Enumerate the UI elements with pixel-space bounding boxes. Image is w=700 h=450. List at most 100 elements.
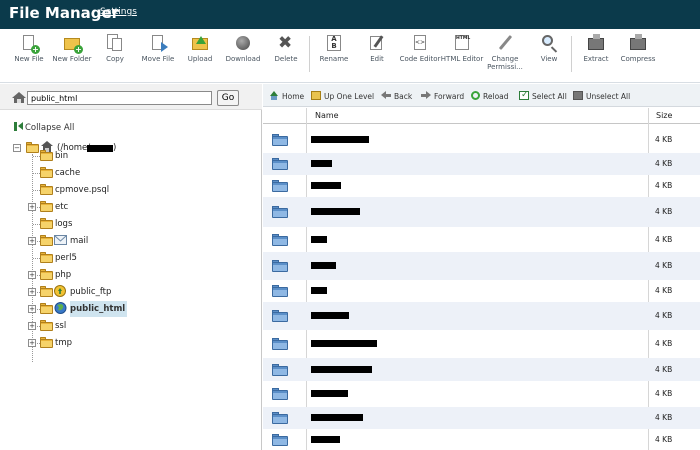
- expand-toggle[interactable]: +: [28, 288, 36, 296]
- extract-button[interactable]: Extract: [572, 34, 620, 63]
- change-permissions-label: Change Permissi...: [487, 55, 523, 71]
- folder-icon: [272, 234, 288, 246]
- table-row[interactable]: 4 KB: [263, 153, 700, 175]
- tree-item-tmp[interactable]: + tmp: [0, 335, 200, 351]
- copy-button[interactable]: Copy: [91, 34, 139, 63]
- table-row[interactable]: 4 KB: [263, 252, 700, 280]
- up-folder-icon: [311, 91, 321, 100]
- edit-button[interactable]: Edit: [353, 34, 401, 63]
- file-size: 4 KB: [655, 235, 673, 244]
- new-file-icon: +: [20, 34, 40, 54]
- table-row[interactable]: 4 KB: [263, 197, 700, 227]
- tree-item-ssl[interactable]: + ssl: [0, 318, 200, 334]
- collapse-all-label: Collapse All: [25, 123, 75, 133]
- edit-icon: [368, 34, 386, 52]
- expand-toggle[interactable]: +: [28, 203, 36, 211]
- code-editor-label: Code Editor: [399, 55, 441, 63]
- download-icon: [234, 34, 252, 52]
- checked-box-icon: [519, 90, 529, 100]
- folder-icon: [40, 167, 53, 178]
- tree-item-cpmove-psql[interactable]: cpmove.psql: [0, 182, 200, 198]
- html-editor-button[interactable]: HTML HTML Editor: [438, 34, 486, 63]
- tree-item-bin[interactable]: bin: [0, 148, 200, 164]
- expand-toggle[interactable]: +: [28, 305, 36, 313]
- tree-item-public-html[interactable]: + public_html: [0, 301, 200, 317]
- collapse-all-link[interactable]: Collapse All: [14, 122, 74, 133]
- table-header: Name Size: [263, 108, 700, 124]
- tree-item-perl5[interactable]: perl5: [0, 250, 200, 266]
- file-size: 4 KB: [655, 389, 673, 398]
- table-row[interactable]: 4 KB: [263, 381, 700, 407]
- folder-icon: [272, 388, 288, 400]
- html-editor-icon: HTML: [453, 34, 471, 52]
- table-row[interactable]: 4 KB: [263, 302, 700, 330]
- table-row[interactable]: 4 KB: [263, 280, 700, 302]
- download-button[interactable]: Download: [219, 34, 267, 63]
- view-label: View: [540, 55, 558, 63]
- tree-item-php[interactable]: + php: [0, 267, 200, 283]
- up-one-level-button[interactable]: Up One Level: [311, 91, 374, 101]
- tree-item-label: cpmove.psql: [55, 185, 110, 195]
- settings-link[interactable]: Settings: [100, 7, 137, 17]
- expand-toggle[interactable]: +: [28, 339, 36, 347]
- wrench-icon: [496, 34, 514, 52]
- table-row[interactable]: 4 KB: [263, 330, 700, 358]
- unselect-all-button[interactable]: Unselect All: [573, 91, 630, 101]
- file-size: 4 KB: [655, 435, 673, 444]
- column-name-header[interactable]: Name: [315, 111, 339, 120]
- folder-icon: [272, 180, 288, 192]
- new-folder-button[interactable]: + New Folder: [48, 34, 96, 63]
- table-row[interactable]: 4 KB: [263, 126, 700, 153]
- extract-icon: [587, 34, 605, 52]
- folder-icon: [272, 285, 288, 297]
- table-row[interactable]: 4 KB: [263, 429, 700, 450]
- redacted-filename: [311, 136, 369, 143]
- tree-item-cache[interactable]: cache: [0, 165, 200, 181]
- expand-toggle[interactable]: +: [28, 271, 36, 279]
- table-row[interactable]: 4 KB: [263, 175, 700, 197]
- ftp-icon: [54, 285, 67, 297]
- folder-tree-pane: Go Collapse All − (/home/ ) bincachecpmo…: [0, 84, 262, 450]
- select-all-button[interactable]: Select All: [519, 90, 567, 101]
- home-icon: [12, 92, 26, 103]
- magnifier-icon: [540, 34, 558, 52]
- copy-label: Copy: [106, 55, 124, 63]
- folder-icon: [40, 201, 53, 212]
- folder-icon: [40, 184, 53, 195]
- go-button[interactable]: Go: [217, 90, 239, 106]
- compress-button[interactable]: Compress: [614, 34, 662, 63]
- rename-button[interactable]: AB Rename: [310, 34, 358, 63]
- tree-item-etc[interactable]: + etc: [0, 199, 200, 215]
- new-file-button[interactable]: + New File: [5, 34, 53, 63]
- tree-item-logs[interactable]: logs: [0, 216, 200, 232]
- table-row[interactable]: 4 KB: [263, 358, 700, 381]
- folder-icon: [272, 338, 288, 350]
- home-button[interactable]: Home: [269, 91, 304, 101]
- globe-icon: [54, 302, 67, 314]
- column-size-header[interactable]: Size: [656, 111, 672, 120]
- redacted-filename: [311, 366, 372, 373]
- file-size: 4 KB: [655, 207, 673, 216]
- code-editor-button[interactable]: <> Code Editor: [396, 34, 444, 63]
- path-input[interactable]: [27, 91, 212, 105]
- table-row[interactable]: 4 KB: [263, 407, 700, 429]
- tree-item-label: public_html: [70, 301, 128, 317]
- reload-button[interactable]: Reload: [471, 91, 509, 101]
- change-permissions-button[interactable]: Change Permissi...: [481, 34, 529, 71]
- view-button[interactable]: View: [525, 34, 573, 63]
- toolbar: + New File + New Folder Copy Move File U…: [0, 29, 700, 83]
- expand-toggle[interactable]: +: [28, 237, 36, 245]
- tree-item-mail[interactable]: + mail: [0, 233, 200, 249]
- tree-item-public-ftp[interactable]: + public_ftp: [0, 284, 200, 300]
- upload-button[interactable]: Upload: [176, 34, 224, 63]
- forward-button[interactable]: Forward: [421, 91, 464, 101]
- table-row[interactable]: 4 KB: [263, 227, 700, 252]
- back-button[interactable]: Back: [381, 91, 412, 101]
- delete-label: Delete: [274, 55, 298, 63]
- delete-button[interactable]: ✖ Delete: [262, 34, 310, 63]
- move-file-button[interactable]: Move File: [134, 34, 182, 63]
- expand-toggle[interactable]: +: [28, 322, 36, 330]
- redacted-filename: [311, 390, 348, 397]
- rename-label: Rename: [319, 55, 349, 63]
- html-editor-label: HTML Editor: [440, 55, 484, 63]
